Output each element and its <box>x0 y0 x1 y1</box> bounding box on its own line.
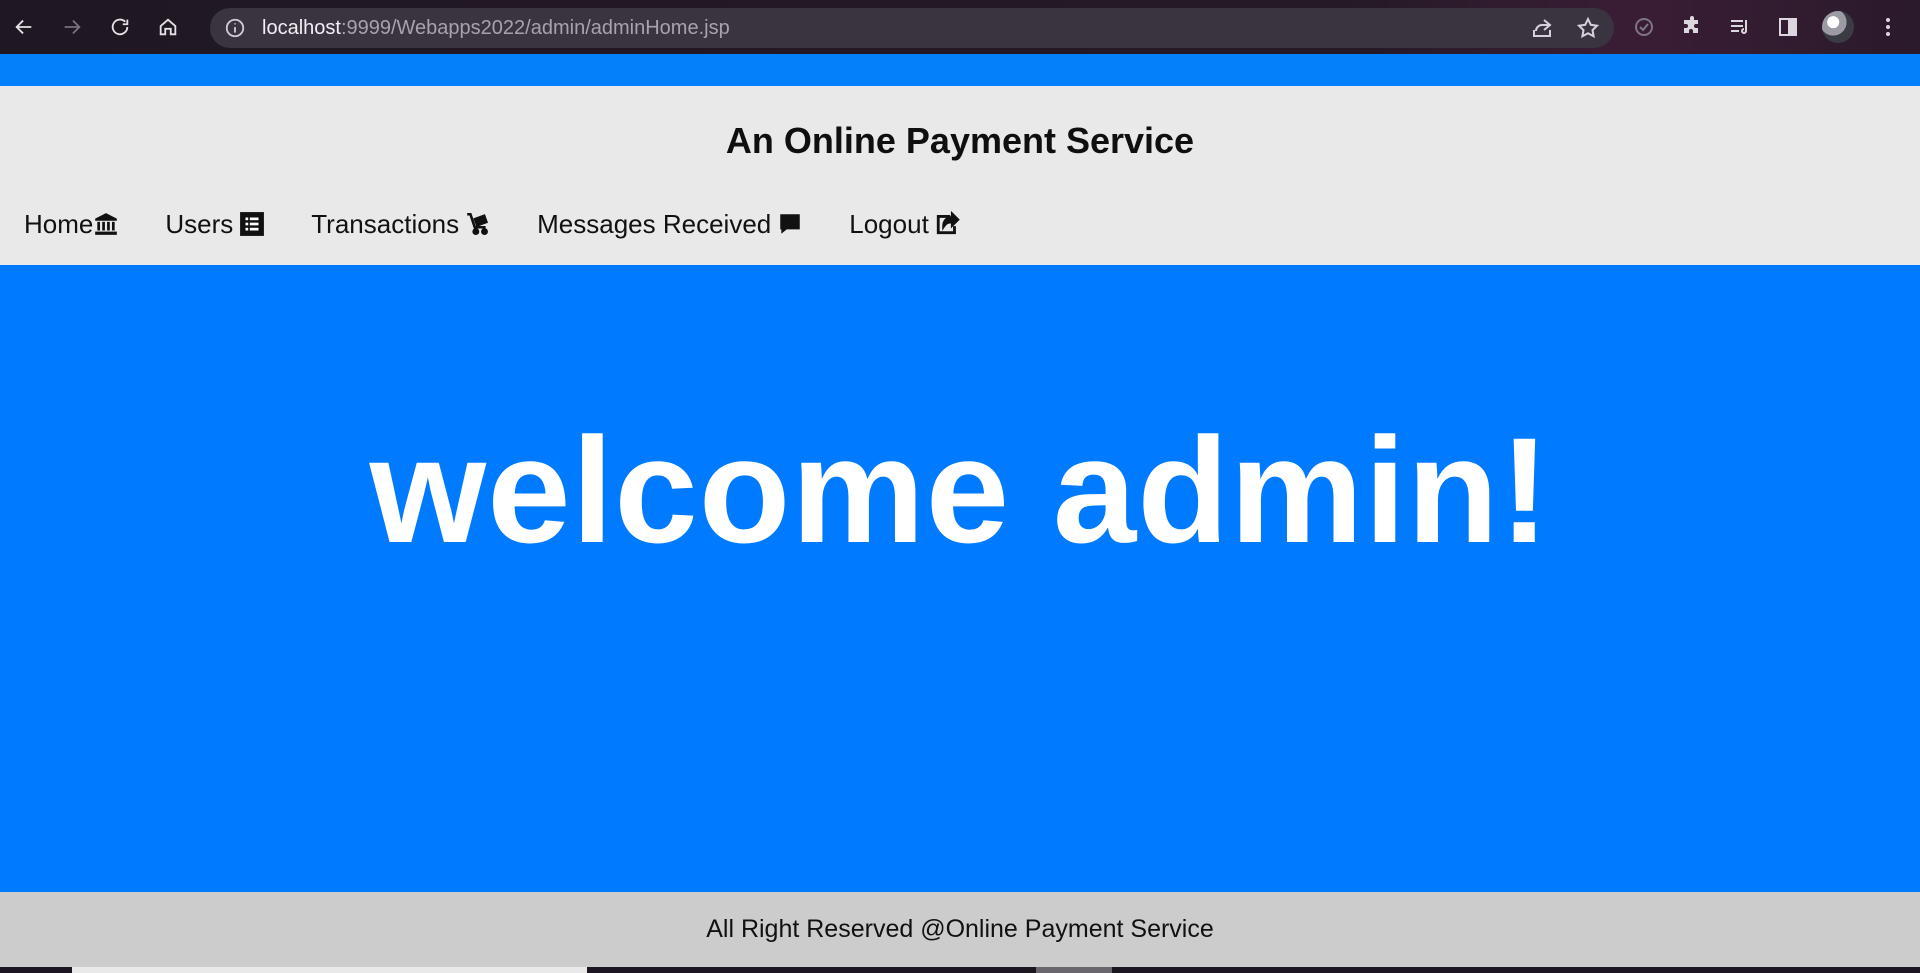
cart-icon <box>465 211 491 237</box>
welcome-banner: welcome admin! <box>0 265 1920 892</box>
message-icon <box>777 211 803 237</box>
nav-home[interactable]: Home <box>24 209 119 240</box>
home-icon <box>159 18 177 36</box>
arrow-left-icon <box>15 19 32 35</box>
bottom-scrollbar <box>0 967 1920 973</box>
share-icon[interactable] <box>1530 16 1554 40</box>
nav-messages-label: Messages Received <box>537 208 772 239</box>
nav-logout-label: Logout <box>849 208 929 239</box>
nav-transactions-label: Transactions <box>311 208 460 239</box>
footer-text: All Right Reserved @Online Payment Servi… <box>706 915 1214 943</box>
scrollbar-marker <box>1036 967 1112 973</box>
main-nav: Home Users Transactions Messages Receive… <box>24 204 1007 244</box>
scrollbar-thumb[interactable] <box>72 967 587 973</box>
more-menu-icon[interactable] <box>1874 13 1902 41</box>
site-title: An Online Payment Service <box>725 120 1195 161</box>
media-playlist-icon[interactable] <box>1726 13 1754 41</box>
address-bar[interactable]: localhost:9999/Webapps2022/admin/adminHo… <box>210 8 1614 48</box>
top-accent-bar <box>0 54 1920 86</box>
side-panel-icon[interactable] <box>1774 13 1802 41</box>
url-text[interactable]: localhost:9999/Webapps2022/admin/adminHo… <box>262 17 730 40</box>
nav-transactions[interactable]: Transactions <box>311 209 491 240</box>
nav-logout[interactable]: Logout <box>849 209 961 240</box>
nav-messages[interactable]: Messages Received <box>537 209 803 240</box>
site-footer: All Right Reserved @Online Payment Servi… <box>0 892 1920 967</box>
welcome-heading: welcome admin! <box>369 406 1551 574</box>
back-button[interactable] <box>0 0 48 54</box>
home-button[interactable] <box>144 0 192 54</box>
nav-home-label: Home <box>24 208 94 239</box>
reload-button[interactable] <box>96 0 144 54</box>
site-header: An Online Payment Service Home Users Tra… <box>0 86 1920 265</box>
nav-users[interactable]: Users <box>165 209 265 240</box>
profile-avatar[interactable] <box>1822 11 1854 43</box>
browser-toolbar: localhost:9999/Webapps2022/admin/adminHo… <box>0 0 1920 54</box>
bank-icon <box>93 211 119 237</box>
nav-users-label: Users <box>165 208 234 239</box>
bookmark-star-icon[interactable] <box>1576 16 1600 40</box>
sync-icon[interactable] <box>1630 13 1658 41</box>
url-host: localhost <box>262 16 341 39</box>
arrow-right-icon <box>64 19 81 35</box>
share-out-icon <box>935 211 961 237</box>
url-path: :9999/Webapps2022/admin/adminHome.jsp <box>340 16 730 39</box>
list-icon <box>239 211 265 237</box>
extensions-icon[interactable] <box>1678 13 1706 41</box>
web-page: An Online Payment Service Home Users Tra… <box>0 54 1920 973</box>
info-icon[interactable] <box>224 17 246 39</box>
forward-button[interactable] <box>48 0 96 54</box>
reload-icon <box>111 18 129 36</box>
